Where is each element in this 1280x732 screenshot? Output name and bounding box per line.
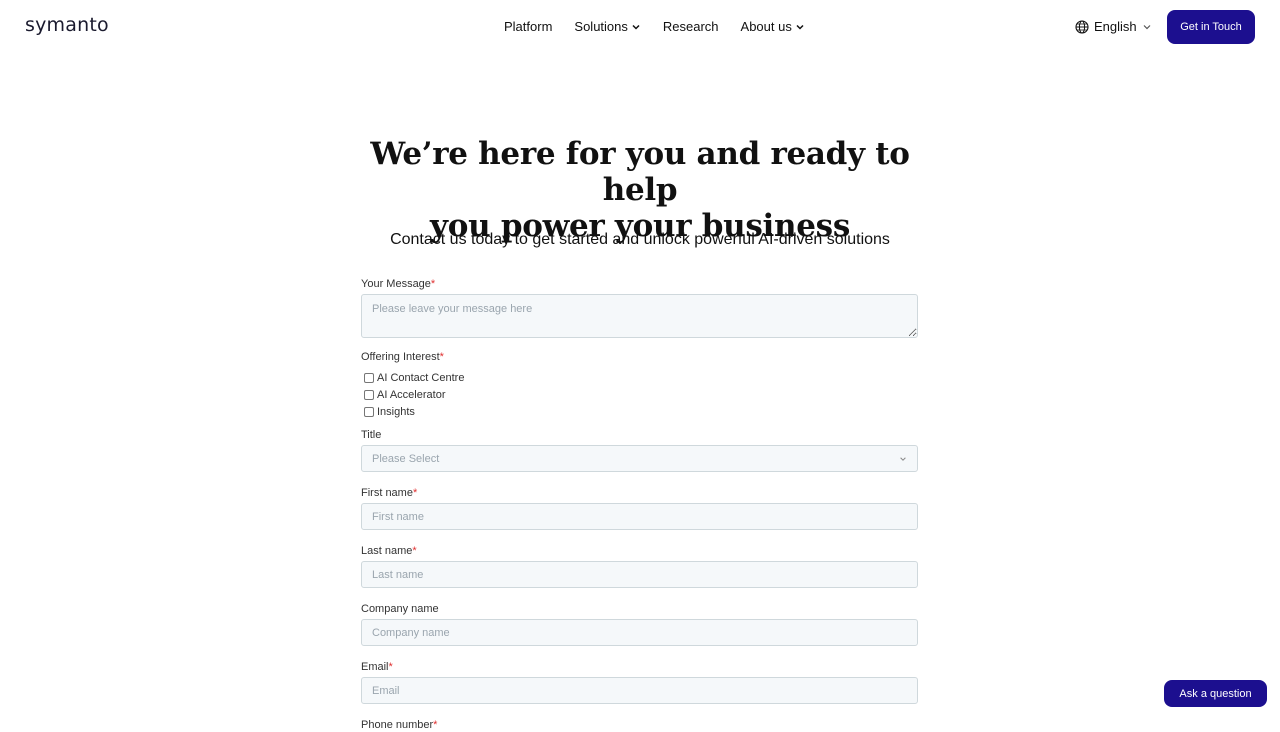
checkbox-label: AI Contact Centre bbox=[377, 371, 465, 384]
nav-item-platform[interactable]: Platform bbox=[504, 19, 552, 34]
required-mark: * bbox=[433, 719, 438, 731]
get-in-touch-button[interactable]: Get in Touch bbox=[1167, 10, 1255, 44]
last-name-label-text: Last name bbox=[361, 545, 413, 557]
email-label-text: Email bbox=[361, 661, 389, 673]
globe-icon bbox=[1075, 19, 1089, 34]
required-mark: * bbox=[430, 278, 436, 290]
nav-item-solutions[interactable]: Solutions bbox=[574, 19, 640, 34]
last-name-field[interactable] bbox=[361, 561, 918, 588]
required-mark: * bbox=[412, 487, 418, 499]
company-name-label-text: Company name bbox=[361, 603, 439, 615]
ask-question-button[interactable]: Ask a question bbox=[1164, 680, 1267, 707]
title-select[interactable]: Please Select bbox=[361, 445, 918, 472]
nav-label: Platform bbox=[504, 19, 553, 34]
title-label: Title bbox=[361, 428, 918, 442]
email-label: Email* bbox=[361, 660, 918, 674]
contact-form: Your Message* Offering Interest* AI Cont… bbox=[361, 277, 918, 732]
page-title: We’re here for you and ready to help you… bbox=[340, 136, 940, 244]
company-name-field[interactable] bbox=[361, 619, 918, 646]
company-name-label: Company name bbox=[361, 602, 918, 616]
title-label-text: Title bbox=[361, 429, 382, 441]
message-label-text: Your Message bbox=[361, 278, 431, 290]
phone-label-text: Phone number bbox=[361, 719, 434, 731]
language-selector[interactable]: English bbox=[1075, 19, 1152, 34]
page-subtitle: Contact us today to get started and unlo… bbox=[390, 231, 890, 248]
chevron-down-icon bbox=[796, 24, 804, 30]
last-name-label: Last name* bbox=[361, 544, 918, 558]
checkbox-option-ai-contact-centre[interactable]: AI Contact Centre bbox=[361, 369, 918, 386]
phone-label: Phone number* bbox=[361, 718, 918, 732]
first-name-label-text: First name bbox=[361, 487, 413, 499]
title-line-1: We’re here for you and ready to help bbox=[370, 136, 910, 208]
checkbox-label: Insights bbox=[377, 405, 415, 418]
offering-label: Offering Interest* bbox=[361, 350, 918, 364]
required-mark: * bbox=[439, 351, 444, 363]
chevron-down-icon bbox=[632, 24, 640, 30]
select-value: Please Select bbox=[372, 452, 440, 465]
message-label: Your Message* bbox=[361, 277, 918, 291]
nav-item-about-us[interactable]: About us bbox=[741, 19, 805, 34]
nav-label: Solutions bbox=[574, 19, 628, 34]
checkbox[interactable] bbox=[364, 389, 374, 400]
email-field[interactable] bbox=[361, 677, 918, 704]
chevron-down-icon bbox=[900, 456, 906, 461]
message-textarea[interactable] bbox=[361, 294, 918, 338]
required-mark: * bbox=[388, 661, 393, 673]
language-label: English bbox=[1094, 19, 1137, 34]
first-name-label: First name* bbox=[361, 486, 918, 500]
checkbox-option-ai-accelerator[interactable]: AI Accelerator bbox=[361, 386, 918, 403]
chevron-down-icon bbox=[1143, 24, 1151, 29]
checkbox-label: AI Accelerator bbox=[377, 388, 446, 401]
main-nav: Platform Solutions Research About us bbox=[504, 19, 827, 34]
checkbox[interactable] bbox=[364, 372, 374, 383]
site-header: symanto Platform Solutions Research Abou… bbox=[0, 0, 1280, 54]
checkbox[interactable] bbox=[364, 406, 374, 417]
nav-item-research[interactable]: Research bbox=[663, 19, 719, 34]
nav-label: About us bbox=[740, 19, 792, 34]
required-mark: * bbox=[412, 545, 417, 557]
checkbox-option-insights[interactable]: Insights bbox=[361, 403, 918, 420]
first-name-field[interactable] bbox=[361, 503, 918, 530]
nav-label: Research bbox=[662, 19, 719, 34]
offering-label-text: Offering Interest bbox=[361, 351, 440, 363]
logo[interactable]: symanto bbox=[25, 14, 109, 36]
